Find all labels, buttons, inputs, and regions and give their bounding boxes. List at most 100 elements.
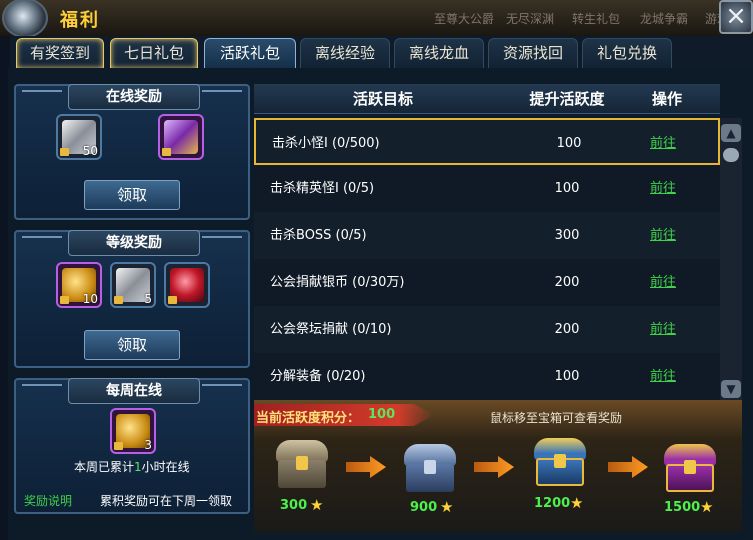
star-icon: ★ [700, 498, 714, 516]
decor-wing [202, 236, 242, 250]
goal-cell: 公会祭坛捐献 (0/10) [270, 322, 392, 337]
lock-icon [60, 148, 69, 156]
table-row[interactable]: 公会捐献银币 (0/30万) 200 前往 [254, 259, 720, 306]
claim-online-button[interactable]: 领取 [84, 180, 180, 210]
chest-requirement: 900 [410, 500, 438, 515]
item-count: 3 [144, 438, 152, 452]
arrow-right-icon [474, 456, 514, 478]
tab-sign-in[interactable]: 有奖签到 [16, 38, 104, 68]
table-row[interactable]: 击杀小怪I (0/500) 100 前往 [254, 118, 720, 165]
online-reward-panel: 在线奖励 50 领取 [14, 84, 250, 220]
go-link[interactable]: 前往 [650, 353, 676, 400]
points-cell: 200 [554, 275, 580, 290]
scroll-down-icon[interactable]: ▼ [721, 380, 741, 398]
points-cell: 100 [556, 136, 582, 151]
lock-icon [114, 442, 123, 450]
chest-clasp [424, 460, 436, 474]
purple-chest-icon[interactable] [664, 444, 716, 492]
table-scrollbar[interactable]: ▲ ▼ [720, 118, 742, 400]
chest-hint: 鼠标移至宝箱可查看奖励 [490, 411, 623, 425]
chest-requirement: 300 [280, 498, 308, 513]
weekly-online-panel: 每周在线 3 本周已累计1小时在线 奖励说明 累积奖励可在下周一领取 [14, 378, 250, 514]
go-link[interactable]: 前往 [650, 306, 676, 353]
item-count: 5 [144, 292, 152, 306]
chest-clasp [554, 454, 566, 468]
star-icon: ★ [570, 494, 584, 512]
chest-clasp [684, 460, 696, 474]
decor-wing [22, 236, 62, 250]
go-link[interactable]: 前往 [650, 120, 676, 167]
wooden-chest-icon[interactable] [276, 440, 328, 488]
go-link[interactable]: 前往 [650, 259, 676, 306]
chest-requirement: 1500 [664, 500, 701, 515]
level-reward-panel: 等级奖励 10 5 领取 [14, 230, 250, 368]
bg-menu-item: 无尽深渊 [506, 12, 555, 26]
header-points: 提升活跃度 [529, 90, 605, 108]
lock-icon [60, 296, 69, 304]
go-link[interactable]: 前往 [650, 165, 676, 212]
goal-cell: 击杀BOSS (0/5) [270, 228, 367, 243]
table-row[interactable]: 击杀精英怪I (0/5) 100 前往 [254, 165, 720, 212]
goal-cell: 公会捐献银币 (0/30万) [270, 275, 405, 290]
window-title: 福利 [60, 10, 100, 31]
weekly-hours-text: 本周已累计1小时在线 [74, 458, 190, 475]
close-button[interactable]: × [719, 0, 753, 34]
header-action: 操作 [651, 90, 682, 108]
goal-cell: 分解装备 (0/20) [270, 369, 366, 384]
points-cell: 200 [554, 322, 580, 337]
bg-menu-item: 至尊大公爵 [434, 12, 495, 26]
tab-offline-blood[interactable]: 离线龙血 [394, 38, 484, 68]
points-cell: 300 [554, 228, 580, 243]
chest-requirement: 1200 [534, 496, 571, 511]
arrow-right-icon [608, 456, 648, 478]
item-count: 50 [82, 144, 98, 158]
reward-slot[interactable]: 10 [56, 262, 102, 308]
decor-wing [22, 90, 62, 104]
header-goal: 活跃目标 [352, 90, 413, 108]
claim-level-button[interactable]: 领取 [84, 330, 180, 360]
points-cell: 100 [554, 369, 580, 384]
table-row[interactable]: 公会祭坛捐献 (0/10) 200 前往 [254, 306, 720, 353]
tab-resource-recovery[interactable]: 资源找回 [488, 38, 578, 68]
table-row[interactable]: 分解装备 (0/20) 100 前往 [254, 353, 720, 400]
table-row[interactable]: 击杀BOSS (0/5) 300 前往 [254, 212, 720, 259]
scroll-up-icon[interactable]: ▲ [721, 124, 741, 142]
weekly-note: 累积奖励可在下周一领取 [100, 494, 233, 508]
star-icon: ★ [440, 498, 454, 516]
silver-chest-icon[interactable] [404, 444, 456, 492]
reward-slot[interactable]: 3 [110, 408, 156, 454]
points-cell: 100 [554, 181, 580, 196]
title-bar: 福利 至尊大公爵 无尽深渊 转生礼包 龙城争霸 游戏 × [0, 0, 753, 38]
game-logo-icon [2, 0, 48, 38]
weekly-online-title: 每周在线 [68, 378, 200, 404]
activity-table: 活跃目标 提升活跃度 操作 击杀小怪I (0/500) 100 前往 击杀精英怪… [254, 84, 720, 400]
reward-slot[interactable]: 50 [56, 114, 102, 160]
scroll-thumb[interactable] [723, 148, 739, 162]
tab-gift-redeem[interactable]: 礼包兑换 [582, 38, 672, 68]
activity-progress-panel: 当前活跃度积分： 100 鼠标移至宝箱可查看奖励 300 ★ 900 ★ 120… [254, 400, 742, 532]
decor-wing [22, 384, 62, 398]
weekly-hours-value: 1 [134, 460, 142, 474]
tab-offline-exp[interactable]: 离线经验 [300, 38, 390, 68]
gold-chest-icon[interactable] [534, 438, 586, 486]
table-header: 活跃目标 提升活跃度 操作 [254, 84, 720, 114]
tab-activity-gift[interactable]: 活跃礼包 [204, 38, 296, 68]
star-icon: ★ [310, 496, 324, 514]
chest-clasp [296, 456, 308, 470]
decor-wing [202, 90, 242, 104]
goal-cell: 击杀小怪I (0/500) [272, 136, 380, 151]
weekly-prefix: 本周已累计 [74, 460, 135, 474]
weekly-suffix: 小时在线 [141, 460, 190, 474]
reward-slot[interactable]: 5 [110, 262, 156, 308]
reward-slot[interactable] [164, 262, 210, 308]
lock-icon [114, 296, 123, 304]
decor-wing [202, 384, 242, 398]
online-reward-title: 在线奖励 [68, 84, 200, 110]
reward-slot[interactable] [158, 114, 204, 160]
points-value: 100 [368, 407, 396, 422]
go-link[interactable]: 前往 [650, 212, 676, 259]
tab-bar: 有奖签到 七日礼包 活跃礼包 离线经验 离线龙血 资源找回 礼包兑换 [10, 36, 753, 68]
reward-rules-link[interactable]: 奖励说明 [24, 492, 72, 509]
bg-menu-item: 转生礼包 [572, 12, 621, 26]
tab-seven-day[interactable]: 七日礼包 [110, 38, 198, 68]
